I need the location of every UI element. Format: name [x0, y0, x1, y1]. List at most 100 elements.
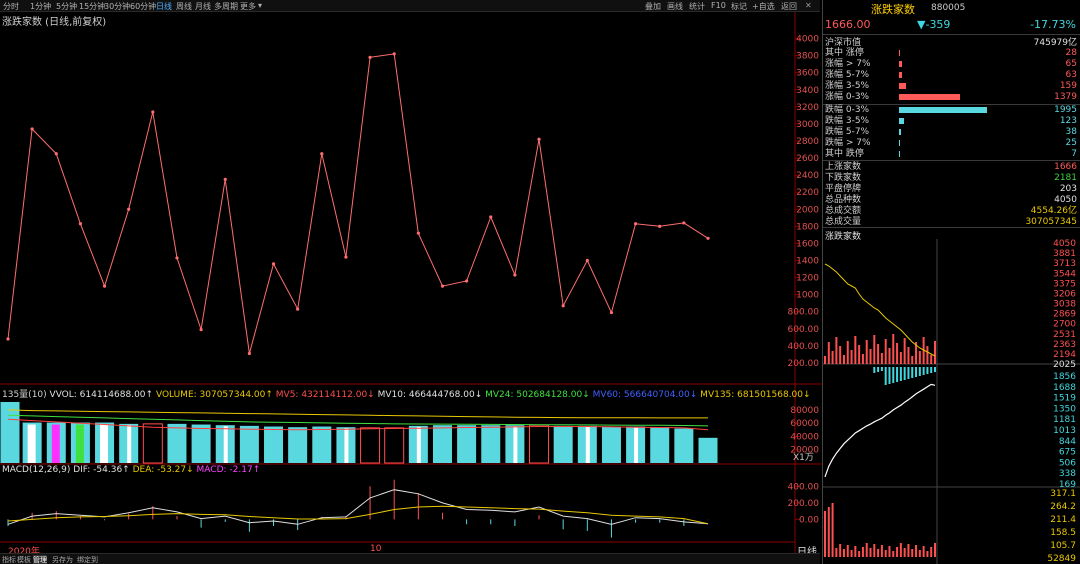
- rise-range-row-value: 28: [1065, 48, 1077, 58]
- volume-bar[interactable]: [529, 424, 550, 464]
- volume-bar-marker: [75, 424, 84, 463]
- volume-bar[interactable]: [553, 425, 573, 463]
- price-point[interactable]: [537, 137, 541, 141]
- close-icon[interactable]: ✕: [805, 1, 812, 10]
- price-point[interactable]: [344, 255, 348, 259]
- price-series-line: [7, 53, 709, 354]
- price-point[interactable]: [609, 310, 614, 315]
- period-tab-1[interactable]: 分时: [3, 1, 19, 12]
- rise-range-row[interactable]: 涨幅 5-7% 63: [825, 70, 1079, 80]
- price-point[interactable]: [489, 215, 493, 219]
- volume-bar[interactable]: [601, 426, 621, 463]
- volume-bar[interactable]: [360, 427, 381, 464]
- price-point[interactable]: [633, 222, 638, 226]
- volume-bar[interactable]: [239, 425, 259, 463]
- price-point[interactable]: [392, 52, 396, 56]
- fall-range-row-label: 跌幅 > 7%: [825, 138, 871, 148]
- period-tab-6[interactable]: 60分钟: [130, 1, 156, 12]
- rise-range-row[interactable]: 涨幅 > 7% 65: [825, 59, 1079, 69]
- price-point[interactable]: [561, 304, 565, 308]
- fall-range-row[interactable]: 跌幅 > 7% 25: [825, 138, 1079, 148]
- tab-save-as[interactable]: 另存为: [52, 555, 73, 564]
- price-point[interactable]: [102, 284, 107, 288]
- mini-y-label: 506: [1059, 458, 1076, 468]
- period-tab-5[interactable]: 30分钟: [104, 1, 130, 12]
- price-point[interactable]: [6, 337, 10, 341]
- volume-bar-marker: [100, 424, 109, 463]
- rise-range-row[interactable]: 涨幅 0-3% 1379: [825, 92, 1079, 102]
- volume-bar[interactable]: [674, 428, 694, 463]
- volume-bar[interactable]: [0, 401, 20, 463]
- indicator-tabs: 指标 模板 管理 另存为 绑定到: [0, 553, 820, 564]
- rise-range-row[interactable]: 其中 涨停 28: [825, 48, 1079, 58]
- tab-indicator[interactable]: 指标: [2, 555, 16, 564]
- volume-bar[interactable]: [264, 426, 284, 463]
- overlay-button[interactable]: 叠加: [645, 1, 661, 12]
- price-point[interactable]: [585, 258, 589, 263]
- volume-bar[interactable]: [288, 427, 308, 463]
- price-point[interactable]: [199, 328, 203, 332]
- tab-template[interactable]: 模板: [17, 555, 31, 564]
- fall-range-row[interactable]: 其中 跌停 7: [825, 149, 1079, 159]
- volume-bar[interactable]: [457, 425, 477, 463]
- f10-button[interactable]: F10: [711, 1, 726, 10]
- stats-value: 4050: [1054, 195, 1077, 205]
- draw-line-button[interactable]: 画线: [667, 1, 683, 12]
- period-tab-more[interactable]: 更多: [240, 1, 256, 12]
- back-button[interactable]: 返回: [781, 1, 797, 12]
- fall-range-row[interactable]: 跌幅 0-3% 1995: [825, 105, 1079, 115]
- mini-y-label: 4050: [1053, 239, 1076, 249]
- price-point[interactable]: [78, 222, 83, 226]
- volume-bar-marker: [51, 424, 60, 463]
- mark-button[interactable]: 标记: [731, 1, 747, 12]
- period-tab-multi[interactable]: 多周期: [214, 1, 238, 12]
- price-point[interactable]: [151, 110, 155, 114]
- tab-manage[interactable]: 管理: [33, 555, 47, 564]
- price-point[interactable]: [682, 221, 686, 225]
- price-point[interactable]: [296, 307, 300, 311]
- price-point[interactable]: [513, 273, 517, 277]
- price-point[interactable]: [127, 207, 131, 211]
- volume-bar[interactable]: [384, 427, 405, 464]
- period-tab-2[interactable]: 1分钟: [30, 1, 51, 12]
- price-point[interactable]: [247, 351, 251, 356]
- stats-label: 总成交额: [825, 206, 862, 216]
- price-point[interactable]: [223, 177, 227, 181]
- price-point[interactable]: [368, 55, 372, 59]
- volume-bar[interactable]: [191, 424, 211, 463]
- price-point[interactable]: [54, 152, 58, 156]
- volume-indicator-name[interactable]: 135量(10): [2, 390, 47, 400]
- price-point[interactable]: [30, 127, 34, 131]
- volume-bar[interactable]: [698, 437, 718, 463]
- period-tab-3[interactable]: 5分钟: [56, 1, 77, 12]
- chevron-down-icon[interactable]: ▾: [258, 1, 262, 10]
- rise-range-row[interactable]: 涨幅 3-5% 159: [825, 81, 1079, 91]
- tab-bind[interactable]: 绑定到: [77, 555, 98, 564]
- price-point[interactable]: [658, 224, 662, 228]
- stats-label: 总品种数: [825, 195, 862, 205]
- volume-bar[interactable]: [312, 426, 332, 463]
- period-tab-4[interactable]: 15分钟: [79, 1, 105, 12]
- add-watchlist-button[interactable]: +自选: [752, 1, 775, 12]
- price-point[interactable]: [175, 256, 179, 260]
- stats-button[interactable]: 统计: [689, 1, 705, 12]
- volume-bar[interactable]: [432, 425, 452, 463]
- price-point[interactable]: [271, 262, 276, 266]
- price-point[interactable]: [440, 284, 445, 288]
- period-tab-daily[interactable]: 日线: [156, 1, 172, 12]
- price-point[interactable]: [465, 279, 469, 283]
- period-tab-monthly[interactable]: 月线: [195, 1, 211, 12]
- price-point[interactable]: [706, 236, 710, 240]
- rise-range-row-bar: [899, 50, 901, 56]
- fall-range-row-bar: [899, 140, 901, 146]
- volume-bar[interactable]: [481, 425, 501, 463]
- volume-bar[interactable]: [650, 427, 670, 463]
- fall-range-row[interactable]: 跌幅 3-5% 123: [825, 116, 1079, 126]
- period-tab-weekly[interactable]: 周线: [176, 1, 192, 12]
- price-point[interactable]: [416, 231, 420, 235]
- volume-bar[interactable]: [167, 423, 187, 463]
- volume-bar[interactable]: [142, 423, 163, 464]
- fall-range-row[interactable]: 跌幅 5-7% 38: [825, 127, 1079, 137]
- mini-chart[interactable]: 4050388137133544337532063038286927002531…: [823, 239, 1080, 564]
- price-point[interactable]: [320, 152, 324, 156]
